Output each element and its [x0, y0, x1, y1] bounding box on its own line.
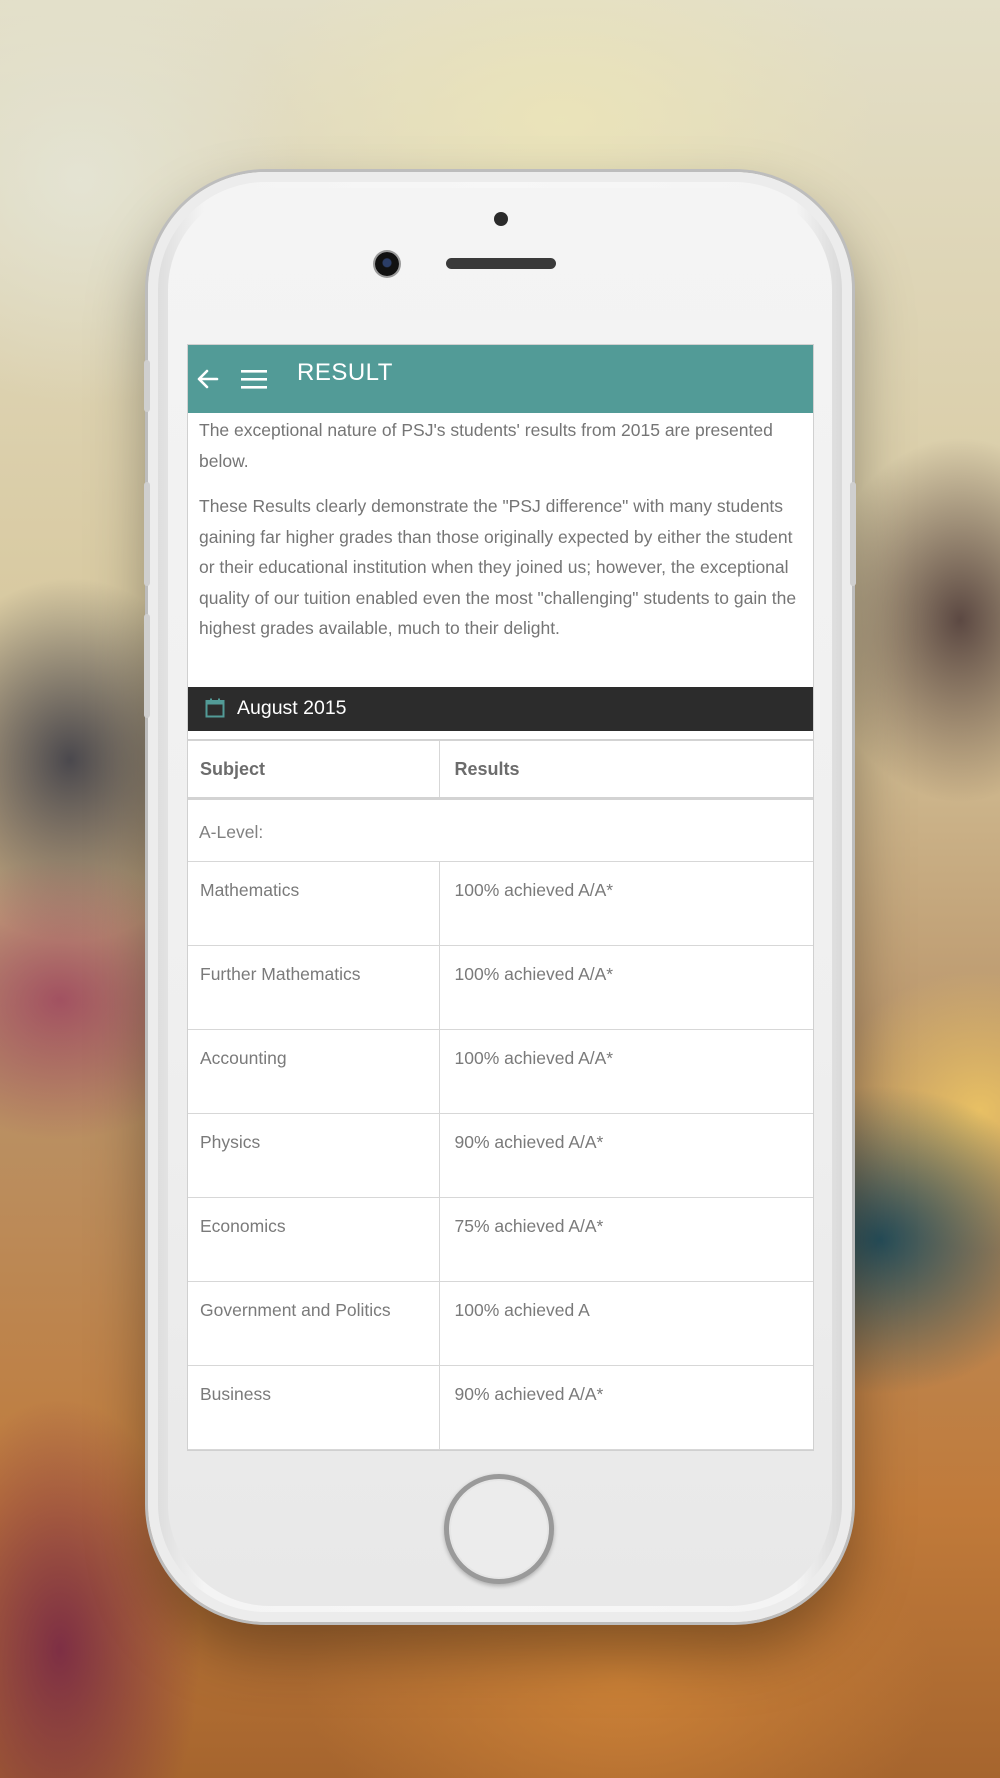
- result-cell: 90% achieved A/A*: [438, 1364, 813, 1450]
- table-row: Government and Politics 100% achieved A: [188, 1280, 813, 1366]
- section-row: A-Level:: [188, 797, 813, 862]
- result-cell: 90% achieved A/A*: [438, 1112, 813, 1198]
- table-row: Economics 75% achieved A/A*: [188, 1196, 813, 1282]
- subject-cell: Accounting: [188, 1028, 440, 1114]
- table-row: Accounting 100% achieved A/A*: [188, 1028, 813, 1114]
- page-title: RESULT: [297, 359, 393, 386]
- table-row: Business 90% achieved A/A*: [188, 1364, 813, 1450]
- subject-cell: Economics: [188, 1196, 440, 1282]
- subject-cell: Further Mathematics: [188, 944, 440, 1030]
- home-button[interactable]: [444, 1474, 554, 1584]
- proximity-sensor: [494, 212, 508, 226]
- table-row: Further Mathematics 100% achieved A/A*: [188, 944, 813, 1030]
- subject-cell: Mathematics: [188, 860, 440, 946]
- phone-power-button: [850, 482, 856, 586]
- section-label: A-Level:: [188, 797, 813, 862]
- result-cell: 100% achieved A/A*: [438, 860, 813, 946]
- result-cell: 100% achieved A/A*: [438, 944, 813, 1030]
- phone-screen: RESULT The exceptional nature of PSJ's s…: [187, 344, 814, 1451]
- results-table: Subject Results A-Level: Mathematics 100…: [188, 739, 813, 1450]
- date-header: August 2015: [188, 687, 813, 731]
- app-bar: RESULT: [188, 345, 813, 413]
- subject-cell: Government and Politics: [188, 1280, 440, 1366]
- subject-cell: Physics: [188, 1112, 440, 1198]
- intro-text: The exceptional nature of PSJ's students…: [199, 415, 809, 659]
- table-row: Mathematics 100% achieved A/A*: [188, 860, 813, 946]
- result-cell: 100% achieved A: [438, 1280, 813, 1366]
- subject-cell: Business: [188, 1364, 440, 1450]
- arrow-left-icon[interactable]: [196, 365, 220, 393]
- earpiece-speaker: [446, 258, 556, 269]
- date-label: August 2015: [237, 697, 347, 719]
- intro-paragraph-2: These Results clearly demonstrate the "P…: [199, 496, 797, 638]
- hamburger-menu-icon[interactable]: [240, 367, 268, 391]
- front-camera-icon: [375, 252, 399, 276]
- phone-volume-up-button: [144, 482, 150, 586]
- table-row: Physics 90% achieved A/A*: [188, 1112, 813, 1198]
- intro-paragraph-1: The exceptional nature of PSJ's students…: [199, 420, 773, 471]
- phone-mute-switch: [144, 360, 150, 412]
- result-cell: 75% achieved A/A*: [438, 1196, 813, 1282]
- column-header-results: Results: [438, 739, 813, 800]
- table-header-row: Subject Results: [188, 739, 813, 800]
- column-header-subject: Subject: [188, 739, 440, 800]
- calendar-icon: [205, 698, 225, 718]
- phone-volume-down-button: [144, 614, 150, 718]
- result-cell: 100% achieved A/A*: [438, 1028, 813, 1114]
